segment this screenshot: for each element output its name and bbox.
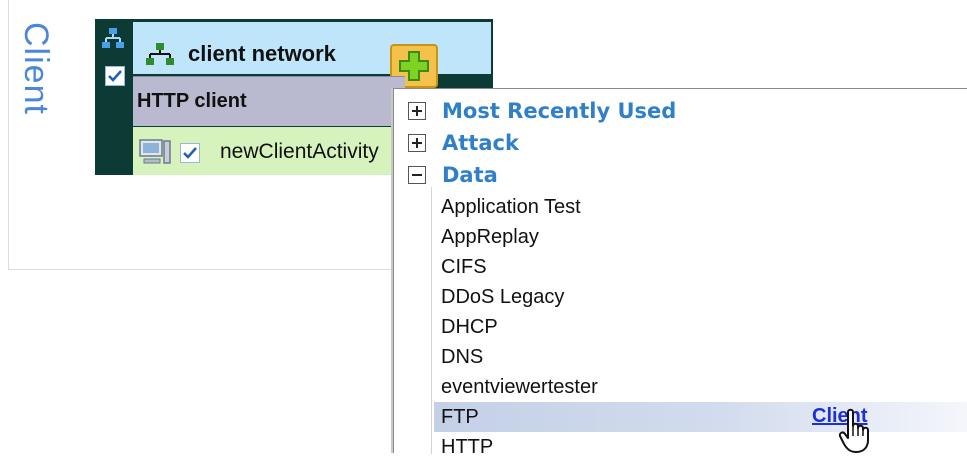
menu-item-dhcp[interactable]: DHCP	[434, 312, 967, 342]
menu-item-ftp[interactable]: FTP Client	[434, 402, 967, 432]
category-attack[interactable]: Attack	[394, 127, 964, 159]
menu-item-label: CIFS	[441, 256, 487, 278]
network-icon[interactable]	[100, 26, 126, 52]
category-most-recently-used[interactable]: Most Recently Used	[394, 95, 964, 127]
menu-item-eventviewertester[interactable]: eventviewertester	[434, 372, 967, 402]
menu-item-appreplay[interactable]: AppReplay	[434, 222, 967, 252]
expand-plus-icon[interactable]	[408, 134, 426, 152]
client-vertical-label: Client	[17, 22, 55, 115]
computer-icon	[139, 139, 171, 164]
menu-item-label: DNS	[441, 346, 484, 368]
menu-item-label: DHCP	[441, 316, 498, 338]
menu-item-ddos-legacy[interactable]: DDoS Legacy	[434, 282, 967, 312]
activity-label: newClientActivity	[220, 140, 379, 163]
menu-item-http[interactable]: HTTP	[434, 432, 967, 462]
activity-checkbox[interactable]	[180, 143, 200, 163]
menu-item-label: DDoS Legacy	[441, 286, 565, 308]
menu-item-label: FTP	[441, 406, 479, 428]
checkmark-icon	[183, 147, 197, 159]
activity-dropdown-menu[interactable]: Most Recently Used Attack Data Applicati…	[393, 88, 967, 458]
menu-item-label: AppReplay	[441, 226, 539, 248]
client-network-title: client network	[188, 41, 336, 66]
checkmark-icon	[108, 70, 122, 82]
http-client-label: HTTP client	[137, 90, 247, 112]
category-label: Attack	[442, 131, 519, 155]
hand-cursor-icon	[838, 408, 869, 453]
network-checkbox[interactable]	[105, 66, 125, 86]
menu-item-label: Application Test	[441, 196, 581, 218]
network-tree-icon	[146, 43, 174, 65]
menu-item-application-test[interactable]: Application Test	[434, 192, 967, 222]
menu-indent-guide	[431, 187, 432, 454]
menu-item-cifs[interactable]: CIFS	[434, 252, 967, 282]
collapse-minus-icon[interactable]	[408, 166, 426, 184]
category-data[interactable]: Data	[394, 159, 964, 191]
menu-item-label: HTTP	[441, 436, 494, 458]
expand-plus-icon[interactable]	[408, 102, 426, 120]
menu-item-label: eventviewertester	[441, 376, 598, 398]
menu-item-dns[interactable]: DNS	[434, 342, 967, 372]
category-label: Most Recently Used	[442, 99, 677, 123]
category-label: Data	[442, 163, 498, 187]
